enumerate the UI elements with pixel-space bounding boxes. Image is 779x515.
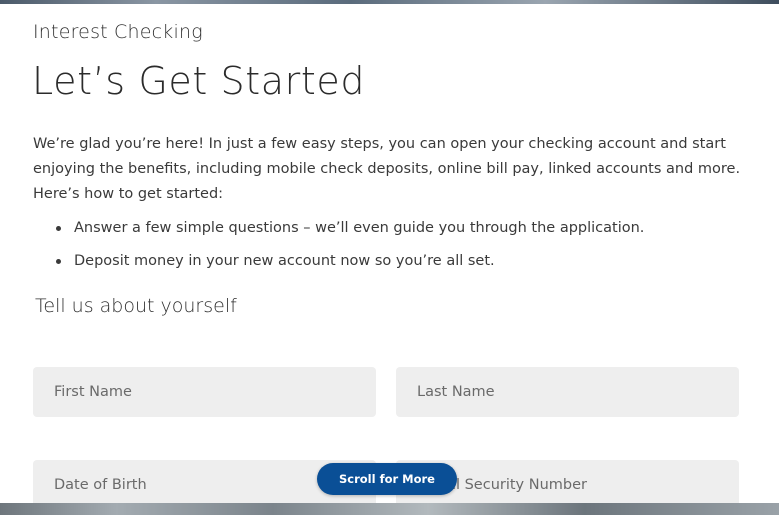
last-name-placeholder: Last Name bbox=[417, 384, 495, 400]
list-item-text: Deposit money in your new account now so… bbox=[74, 253, 495, 269]
application-panel: Interest Checking Let’s Get Started We’r… bbox=[0, 4, 779, 504]
bullet-icon bbox=[56, 259, 61, 264]
bullet-icon bbox=[56, 226, 61, 231]
first-name-placeholder: First Name bbox=[54, 384, 132, 400]
page-title: Let’s Get Started bbox=[32, 59, 366, 103]
list-item: Answer a few simple questions – we’ll ev… bbox=[33, 216, 748, 241]
product-name: Interest Checking bbox=[33, 21, 203, 43]
intro-text: We’re glad you’re here! In just a few ea… bbox=[33, 136, 741, 202]
date-of-birth-placeholder: Date of Birth bbox=[54, 477, 147, 493]
section-title: Tell us about yourself bbox=[35, 295, 237, 317]
background-image-bottom bbox=[0, 503, 779, 515]
first-name-field[interactable]: First Name bbox=[33, 367, 376, 417]
last-name-field[interactable]: Last Name bbox=[396, 367, 739, 417]
list-item-text: Answer a few simple questions – we’ll ev… bbox=[74, 220, 645, 236]
list-item: Deposit money in your new account now so… bbox=[33, 249, 748, 274]
scroll-for-more-button[interactable]: Scroll for More bbox=[317, 463, 457, 495]
steps-list: Answer a few simple questions – we’ll ev… bbox=[33, 216, 748, 282]
